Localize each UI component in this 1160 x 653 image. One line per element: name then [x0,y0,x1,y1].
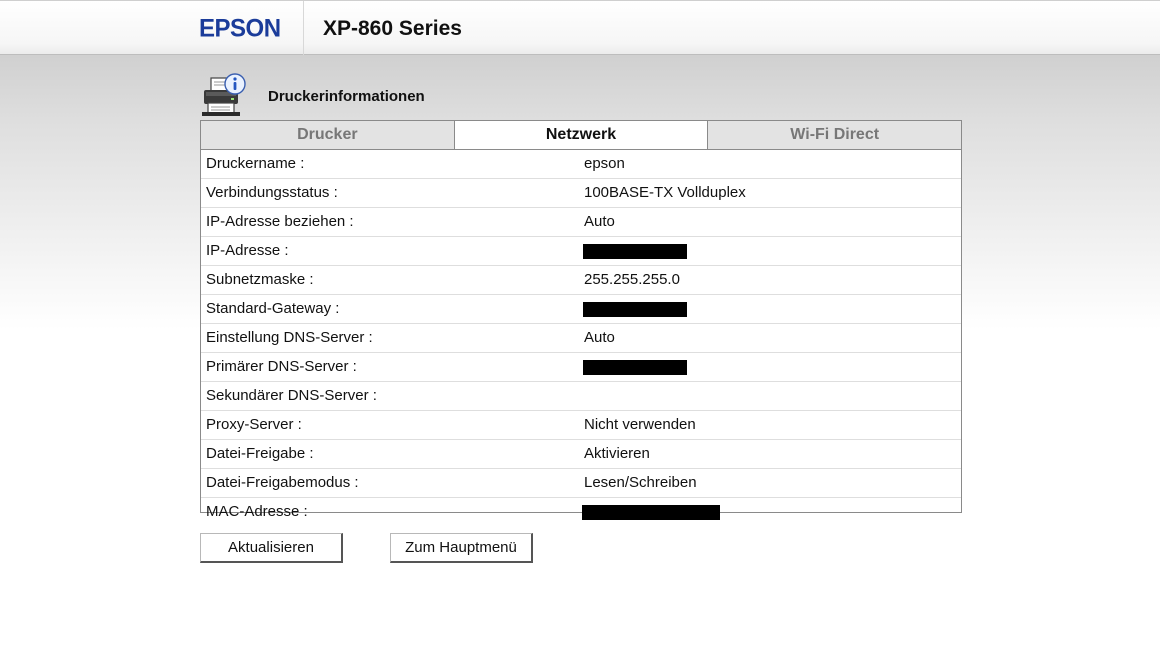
tab-bar: Drucker Netzwerk Wi-Fi Direct [201,121,962,150]
row-label: IP-Adresse : [206,242,289,259]
epson-logo: EPSON [199,14,281,43]
row-label: MAC-Adresse : [206,503,308,520]
table-row: MAC-Adresse : [201,498,961,526]
table-row: IP-Adresse beziehen : Auto [201,208,961,237]
table-row: Verbindungsstatus : 100BASE-TX Vollduple… [201,179,961,208]
row-value: 255.255.255.0 [584,271,680,288]
table-row: Sekundärer DNS-Server : [201,382,961,411]
redacted-value [582,505,720,520]
row-label: Druckername : [206,155,305,172]
row-value: 100BASE-TX Vollduplex [584,184,746,201]
redacted-value [583,360,687,375]
table-row: Druckername : epson [201,150,961,179]
table-row: Primärer DNS-Server : [201,353,961,382]
row-label: Einstellung DNS-Server : [206,329,373,346]
table-row: Subnetzmaske : 255.255.255.0 [201,266,961,295]
row-label: IP-Adresse beziehen : [206,213,354,230]
table-row: Datei-Freigabemodus : Lesen/Schreiben [201,469,961,498]
row-value: Aktivieren [584,445,650,462]
table-row: Proxy-Server : Nicht verwenden [201,411,961,440]
table-row: Datei-Freigabe : Aktivieren [201,440,961,469]
page-title: Druckerinformationen [268,88,425,105]
printer-info-icon [200,72,248,118]
table-row: IP-Adresse : [201,237,961,266]
top-bar: EPSON XP-860 Series [0,0,1160,55]
table-row: Einstellung DNS-Server : Auto [201,324,961,353]
refresh-button[interactable]: Aktualisieren [200,533,343,563]
row-value: epson [584,155,625,172]
row-value: Auto [584,213,615,230]
row-label: Verbindungsstatus : [206,184,338,201]
row-label: Primärer DNS-Server : [206,358,357,375]
row-label: Proxy-Server : [206,416,302,433]
tab-wifi-direct[interactable]: Wi-Fi Direct [707,121,962,149]
header-divider [303,1,304,55]
info-panel: Drucker Netzwerk Wi-Fi Direct Druckernam… [200,120,962,520]
row-label: Subnetzmaske : [206,271,314,288]
row-label: Sekundärer DNS-Server : [206,387,377,404]
network-info-table: Druckername : epson Verbindungsstatus : … [201,150,961,526]
tab-netzwerk[interactable]: Netzwerk [453,121,708,149]
printer-model-title: XP-860 Series [323,17,462,40]
row-value: Auto [584,329,615,346]
table-row: Standard-Gateway : [201,295,961,324]
row-label: Standard-Gateway : [206,300,340,317]
tab-drucker[interactable]: Drucker [201,121,454,149]
page-header: Druckerinformationen [200,72,500,118]
redacted-value [583,302,687,317]
row-value: Nicht verwenden [584,416,696,433]
row-label: Datei-Freigabemodus : [206,474,359,491]
redacted-value [583,244,687,259]
row-value: Lesen/Schreiben [584,474,697,491]
main-menu-button[interactable]: Zum Hauptmenü [390,533,533,563]
row-label: Datei-Freigabe : [206,445,314,462]
